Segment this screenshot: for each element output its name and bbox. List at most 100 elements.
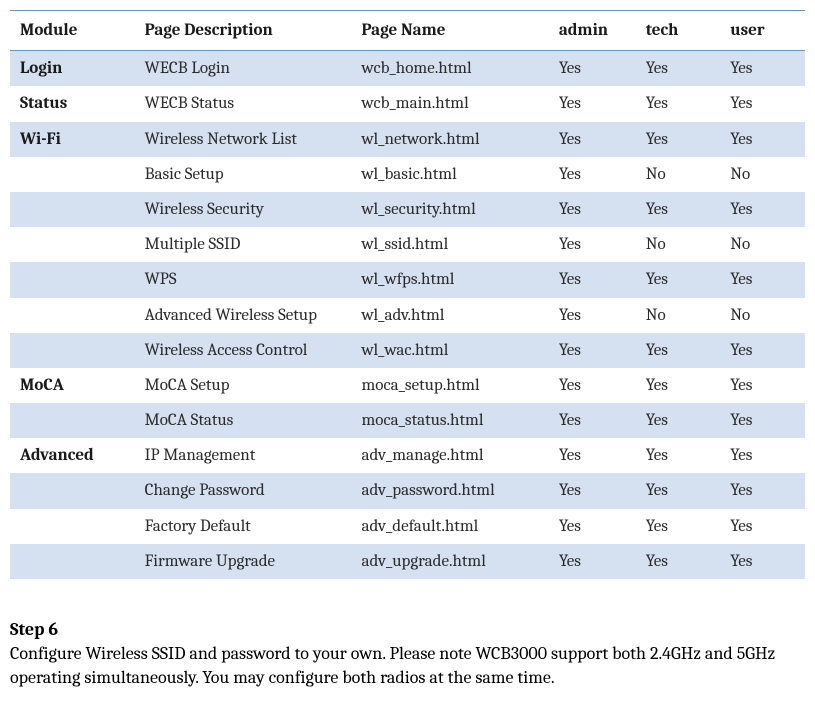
cell-user: No <box>720 157 805 192</box>
table-row: StatusWECB Statuswcb_main.htmlYesYesYes <box>10 86 805 121</box>
cell-page-name: wl_ssid.html <box>351 227 548 262</box>
table-row: Wi-FiWireless Network Listwl_network.htm… <box>10 122 805 157</box>
cell-module <box>10 298 135 333</box>
table-row: WPSwl_wfps.htmlYesYesYes <box>10 262 805 297</box>
cell-admin: Yes <box>549 473 636 508</box>
cell-page-description: WECB Status <box>135 86 352 121</box>
cell-user: Yes <box>720 122 805 157</box>
cell-admin: Yes <box>549 157 636 192</box>
cell-tech: No <box>636 298 720 333</box>
cell-user: Yes <box>720 333 805 368</box>
cell-tech: Yes <box>636 333 720 368</box>
cell-tech: No <box>636 227 720 262</box>
cell-tech: Yes <box>636 262 720 297</box>
cell-admin: Yes <box>549 86 636 121</box>
cell-page-name: wl_basic.html <box>351 157 548 192</box>
cell-user: Yes <box>720 262 805 297</box>
cell-page-name: moca_setup.html <box>351 368 548 403</box>
permissions-table: Module Page Description Page Name admin … <box>10 10 805 579</box>
cell-page-description: Basic Setup <box>135 157 352 192</box>
cell-page-description: Change Password <box>135 473 352 508</box>
cell-admin: Yes <box>549 298 636 333</box>
cell-page-description: WPS <box>135 262 352 297</box>
cell-tech: Yes <box>636 192 720 227</box>
cell-admin: Yes <box>549 192 636 227</box>
cell-module <box>10 333 135 368</box>
cell-user: No <box>720 227 805 262</box>
col-user: user <box>720 11 805 51</box>
table-row: MoCAMoCA Setupmoca_setup.htmlYesYesYes <box>10 368 805 403</box>
cell-tech: Yes <box>636 544 720 579</box>
table-row: Firmware Upgradeadv_upgrade.htmlYesYesYe… <box>10 544 805 579</box>
cell-tech: Yes <box>636 368 720 403</box>
cell-user: Yes <box>720 368 805 403</box>
cell-tech: Yes <box>636 473 720 508</box>
cell-page-description: IP Management <box>135 438 352 473</box>
cell-module <box>10 544 135 579</box>
cell-module <box>10 473 135 508</box>
table-row: Wireless Securitywl_security.htmlYesYesY… <box>10 192 805 227</box>
cell-admin: Yes <box>549 509 636 544</box>
cell-page-name: wcb_home.html <box>351 51 548 87</box>
cell-admin: Yes <box>549 333 636 368</box>
cell-admin: Yes <box>549 227 636 262</box>
table-row: Multiple SSIDwl_ssid.htmlYesNoNo <box>10 227 805 262</box>
cell-user: Yes <box>720 544 805 579</box>
cell-page-description: Wireless Access Control <box>135 333 352 368</box>
table-row: Basic Setupwl_basic.htmlYesNoNo <box>10 157 805 192</box>
cell-module: Wi-Fi <box>10 122 135 157</box>
cell-user: Yes <box>720 473 805 508</box>
step-text: Configure Wireless SSID and password to … <box>10 642 790 691</box>
table-header-row: Module Page Description Page Name admin … <box>10 11 805 51</box>
table-row: Wireless Access Controlwl_wac.htmlYesYes… <box>10 333 805 368</box>
col-admin: admin <box>549 11 636 51</box>
cell-module <box>10 227 135 262</box>
cell-page-name: wl_wfps.html <box>351 262 548 297</box>
cell-admin: Yes <box>549 368 636 403</box>
cell-module: MoCA <box>10 368 135 403</box>
cell-admin: Yes <box>549 51 636 87</box>
cell-module <box>10 157 135 192</box>
cell-page-name: adv_upgrade.html <box>351 544 548 579</box>
cell-page-description: MoCA Setup <box>135 368 352 403</box>
cell-page-description: WECB Login <box>135 51 352 87</box>
cell-user: Yes <box>720 509 805 544</box>
cell-admin: Yes <box>549 122 636 157</box>
cell-admin: Yes <box>549 403 636 438</box>
table-row: LoginWECB Loginwcb_home.htmlYesYesYes <box>10 51 805 87</box>
table-body: LoginWECB Loginwcb_home.htmlYesYesYesSta… <box>10 51 805 579</box>
cell-user: Yes <box>720 86 805 121</box>
cell-module <box>10 262 135 297</box>
cell-user: Yes <box>720 438 805 473</box>
cell-page-name: adv_password.html <box>351 473 548 508</box>
cell-page-description: MoCA Status <box>135 403 352 438</box>
table-row: Advanced Wireless Setupwl_adv.htmlYesNoN… <box>10 298 805 333</box>
table-row: Factory Defaultadv_default.htmlYesYesYes <box>10 509 805 544</box>
cell-module: Status <box>10 86 135 121</box>
cell-user: Yes <box>720 51 805 87</box>
cell-page-name: moca_status.html <box>351 403 548 438</box>
cell-page-description: Advanced Wireless Setup <box>135 298 352 333</box>
cell-page-name: wl_wac.html <box>351 333 548 368</box>
cell-tech: Yes <box>636 51 720 87</box>
cell-admin: Yes <box>549 438 636 473</box>
cell-module <box>10 509 135 544</box>
cell-page-name: wcb_main.html <box>351 86 548 121</box>
table-row: Change Passwordadv_password.htmlYesYesYe… <box>10 473 805 508</box>
step-heading: Step 6 <box>10 619 805 640</box>
cell-page-description: Wireless Network List <box>135 122 352 157</box>
cell-user: No <box>720 298 805 333</box>
cell-user: Yes <box>720 192 805 227</box>
cell-page-name: wl_network.html <box>351 122 548 157</box>
col-page-description: Page Description <box>135 11 352 51</box>
cell-page-description: Multiple SSID <box>135 227 352 262</box>
cell-page-name: adv_default.html <box>351 509 548 544</box>
col-tech: tech <box>636 11 720 51</box>
cell-page-name: wl_security.html <box>351 192 548 227</box>
cell-page-description: Wireless Security <box>135 192 352 227</box>
cell-page-name: adv_manage.html <box>351 438 548 473</box>
table-row: AdvancedIP Managementadv_manage.htmlYesY… <box>10 438 805 473</box>
cell-admin: Yes <box>549 262 636 297</box>
cell-tech: Yes <box>636 403 720 438</box>
cell-page-name: wl_adv.html <box>351 298 548 333</box>
